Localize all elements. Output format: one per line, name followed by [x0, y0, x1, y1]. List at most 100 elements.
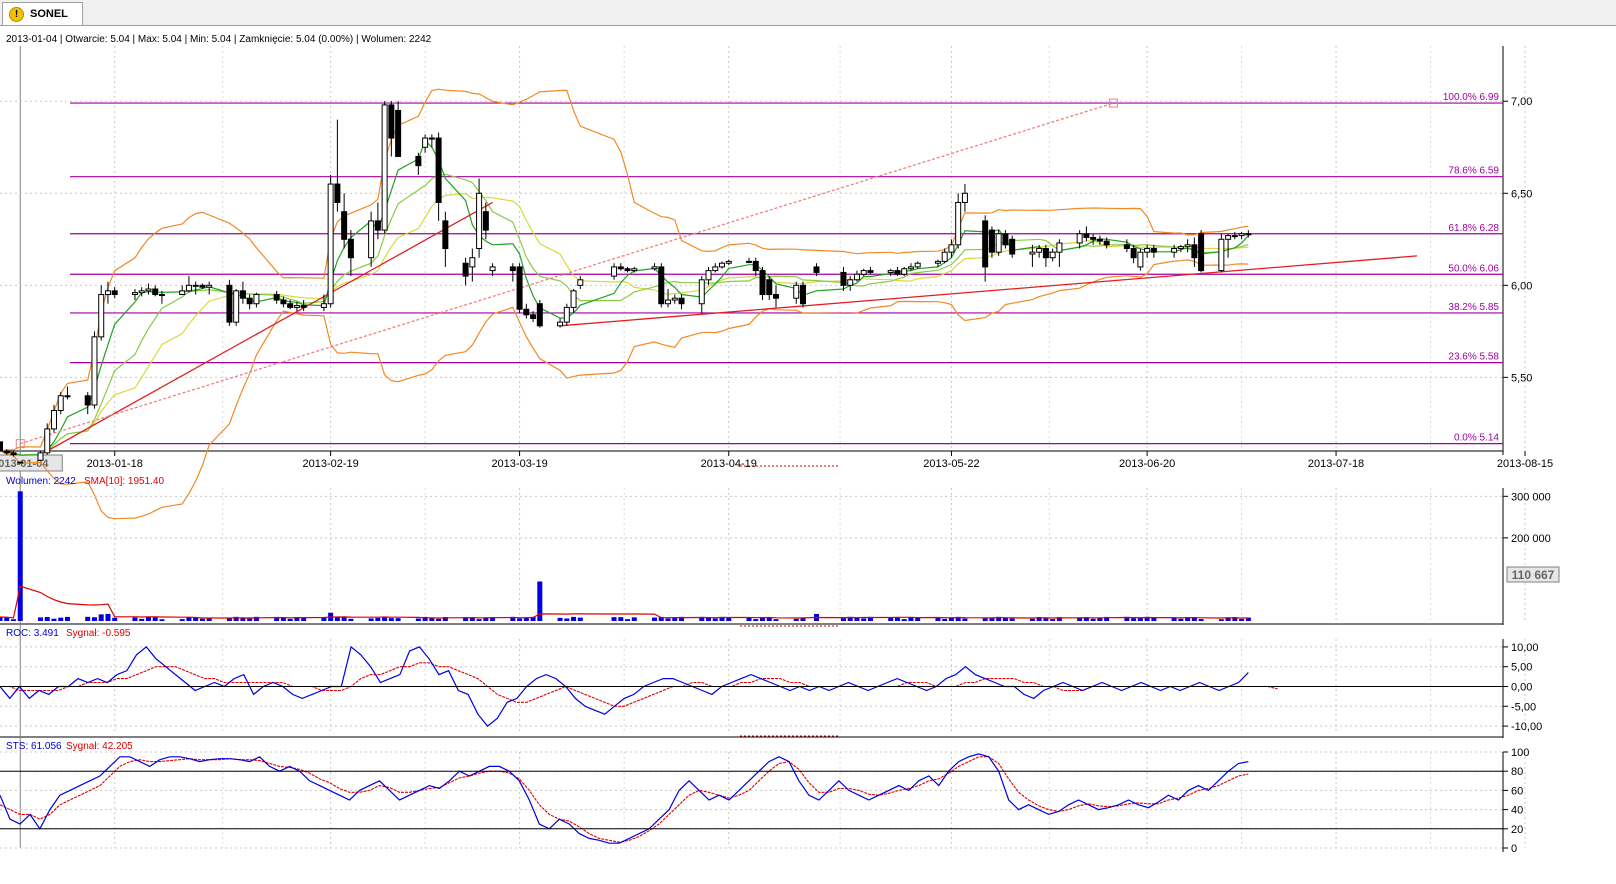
candle-body	[1191, 244, 1198, 259]
sts-title: STS: 61.056	[6, 741, 62, 752]
candle	[611, 263, 618, 280]
candle	[509, 263, 516, 282]
candle	[226, 279, 233, 326]
candle-body	[233, 290, 240, 323]
candle-body	[1096, 238, 1103, 242]
candle-body	[1002, 233, 1009, 246]
candle	[273, 290, 280, 304]
volume-bar	[577, 617, 583, 621]
volume-marker-label: 110 667	[1512, 568, 1555, 582]
candle-body	[961, 192, 968, 203]
candle	[894, 266, 901, 277]
volume-bar	[773, 619, 779, 621]
candle-body	[1144, 248, 1151, 253]
candle-body	[847, 279, 854, 286]
volume-bar	[132, 617, 138, 621]
volume-bar	[1137, 618, 1143, 621]
candle-body	[280, 299, 287, 305]
candle-body	[57, 395, 64, 412]
candle-body	[1090, 236, 1097, 240]
candle-body	[631, 268, 638, 272]
ohlc-info: 2013-01-04 | Otwarcie: 5.04 | Max: 5.04 …	[6, 34, 432, 45]
y-tick-label: 10,00	[1511, 642, 1539, 654]
candle-body	[712, 266, 719, 272]
candle-body	[523, 308, 530, 316]
candle-body	[894, 270, 901, 275]
candle	[381, 101, 388, 234]
fib-level-label: 78.6% 6.59	[1448, 166, 1499, 177]
volume-bar	[436, 618, 442, 621]
candle-body	[813, 266, 820, 273]
candle	[422, 134, 429, 153]
candle-body	[766, 279, 773, 296]
candle-body	[557, 321, 564, 327]
candle	[853, 270, 860, 282]
candle-body	[955, 201, 962, 246]
candle-body	[131, 292, 138, 296]
candle-body	[1049, 251, 1056, 259]
y-tick-label: 7,00	[1511, 96, 1532, 108]
candle-body	[368, 220, 375, 259]
candle-body	[536, 303, 543, 327]
volume-bar	[618, 617, 624, 621]
candle	[867, 266, 874, 275]
tab-sonel[interactable]: ! SONEL	[2, 2, 83, 25]
candle	[563, 303, 570, 326]
candle	[772, 285, 779, 308]
candle-body	[462, 262, 469, 277]
volume-bar	[1050, 619, 1056, 621]
volume-bar	[395, 618, 401, 621]
volume-bar	[523, 617, 529, 621]
volume-bar	[334, 617, 340, 621]
candle-body	[320, 303, 327, 308]
warning-icon: !	[9, 6, 24, 22]
y-tick-label: 5,50	[1511, 372, 1532, 384]
candle	[901, 266, 908, 277]
volume-bar	[854, 617, 860, 621]
x-tick-label: 2013-03-19	[491, 458, 547, 470]
candle	[752, 257, 759, 277]
candle-body	[1009, 238, 1016, 255]
volume-bar	[753, 619, 759, 621]
candle	[658, 263, 665, 308]
candle	[341, 193, 348, 249]
candle-body	[934, 260, 941, 264]
volume-bar	[476, 619, 482, 621]
candle	[388, 101, 395, 157]
candle-body	[563, 306, 570, 323]
chart-canvas[interactable]: 2013-01-04 | Otwarcie: 5.04 | Max: 5.04 …	[0, 26, 1616, 884]
volume-bar	[44, 616, 50, 621]
volume-bar	[240, 618, 246, 621]
volume-bar	[17, 491, 23, 621]
volume-bar	[611, 617, 617, 621]
volume-bar	[982, 618, 988, 621]
candle-body	[941, 251, 948, 262]
candle-body	[651, 266, 658, 270]
volume-bar	[861, 618, 867, 621]
candle-body	[287, 303, 294, 308]
volume-bar	[152, 617, 158, 621]
volume-bar	[368, 618, 374, 621]
candle-body	[1198, 233, 1205, 272]
candle-body	[158, 294, 165, 297]
volume-bar	[706, 617, 712, 621]
candle-body	[793, 284, 800, 299]
candle-body	[516, 266, 523, 310]
volume-bar	[942, 618, 948, 621]
candle	[152, 285, 159, 297]
candle	[1198, 230, 1205, 273]
volume-bar	[1009, 618, 1015, 621]
candle-body	[84, 395, 91, 406]
volume-bar	[91, 617, 97, 621]
candle-body	[104, 290, 111, 296]
candle-body	[671, 297, 678, 301]
candle	[840, 266, 847, 291]
candle	[570, 289, 577, 313]
candle	[185, 276, 192, 293]
candle-body	[577, 279, 584, 286]
volume-bar	[51, 618, 57, 621]
candle	[1177, 244, 1184, 253]
candle	[57, 392, 64, 415]
candle-body	[334, 183, 341, 203]
candle	[0, 441, 3, 452]
